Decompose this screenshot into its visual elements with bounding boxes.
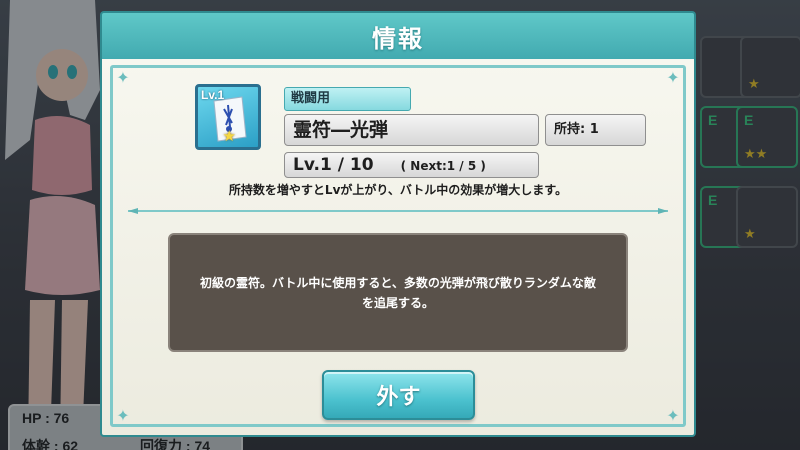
corner-ornament-icon: ✦	[666, 406, 680, 425]
remove-button-label: 外す	[376, 385, 421, 410]
description-line: 初級の霊符。バトル中に使用すると、多数の光弾が飛び散りランダムな敵	[200, 275, 596, 290]
level-up-hint: 所持数を増やすとLvが上がり、バトル中の効果が増大します。	[228, 183, 568, 197]
section-divider	[128, 208, 668, 214]
corner-ornament-icon: ✦	[116, 68, 130, 87]
item-level-progress: Lv.1 / 10 ( Next:1 / 5 )	[284, 152, 539, 178]
item-category-tag: 戦闘用	[284, 87, 411, 111]
level-text: Lv.1 / 10	[293, 155, 374, 175]
item-description: 初級の霊符。バトル中に使用すると、多数の光弾が飛び散りランダムな敵 を追尾する。	[200, 273, 596, 313]
item-name: 霊符―光弾	[284, 114, 539, 146]
dialog-title: 情報	[372, 24, 424, 53]
dialog-header: 情報	[100, 11, 696, 59]
item-icon: Lv.1 ★	[195, 84, 261, 150]
remove-button[interactable]: 外す	[322, 370, 475, 420]
description-line: を追尾する。	[361, 295, 434, 310]
item-description-box: 初級の霊符。バトル中に使用すると、多数の光弾が飛び散りランダムな敵 を追尾する。	[168, 233, 628, 352]
corner-ornament-icon: ✦	[666, 68, 680, 87]
owned-count: 所持: 1	[545, 114, 646, 146]
item-level-badge: Lv.1	[201, 88, 225, 102]
corner-ornament-icon: ✦	[116, 406, 130, 425]
next-level-text: ( Next:1 / 5 )	[400, 159, 486, 173]
rarity-star-icon: ★	[222, 127, 236, 145]
